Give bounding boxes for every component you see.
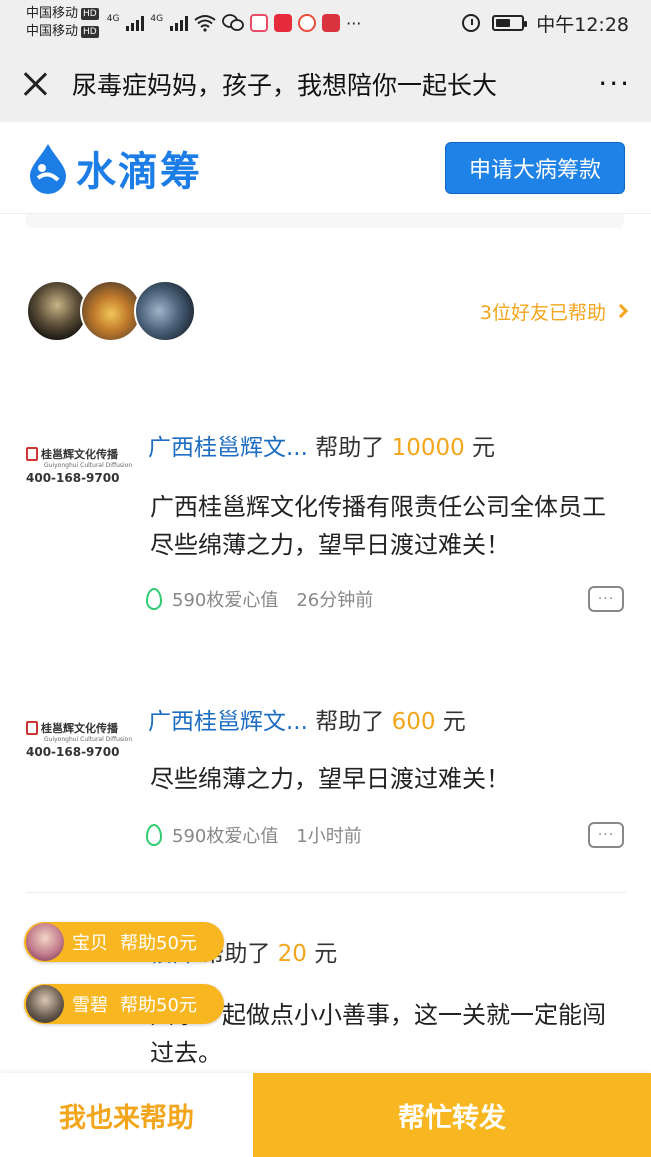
signal-icon	[170, 15, 189, 31]
company-logo: 桂邕辉文化传播 Guiyonghui Cultural Diffusion 40…	[26, 446, 133, 498]
logo-title: 桂邕辉文化传播	[41, 722, 118, 735]
play-app-icon	[274, 14, 293, 32]
donation-time: 1小时前	[296, 826, 362, 847]
bottom-action-bar: 我也来帮助 帮忙转发	[0, 1073, 651, 1157]
donation-unit: 元	[314, 941, 338, 967]
wechat-icon	[222, 14, 245, 31]
brand-header: 水滴筹 申请大病筹款	[0, 122, 651, 214]
brand-name: 水滴筹	[76, 148, 202, 195]
video-app-icon	[250, 14, 269, 32]
logo-subtitle: Guiyonghui Cultural Diffusion	[44, 462, 133, 469]
friend-avatar	[80, 280, 142, 342]
status-time: 中午12:28	[536, 13, 629, 36]
status-right: 中午12:28	[462, 10, 629, 37]
huawei-icon	[322, 14, 341, 32]
love-value: 590枚爱心值	[172, 590, 279, 611]
friends-helped-text: 3位好友已帮助	[479, 301, 606, 324]
friend-avatar	[26, 280, 88, 342]
logo-mark-icon	[26, 721, 38, 735]
water-drop-logo-icon	[30, 143, 66, 194]
donation-amount: 600	[391, 709, 436, 735]
donor-name[interactable]: 广西桂邕辉文...	[148, 435, 308, 461]
donation-header: 广西桂邕辉文... 帮助了 10000 元	[148, 428, 495, 462]
hd-badge: HD	[81, 25, 99, 38]
company-logo: 桂邕辉文化传播 Guiyonghui Cultural Diffusion 40…	[26, 720, 133, 772]
page: 中国移动 HD 中国移动 HD 4G 4G ··· 中午12:28 尿毒症妈妈，孩子…	[0, 0, 651, 1157]
comment-icon[interactable]: ···	[588, 586, 624, 612]
toast-avatar	[26, 985, 64, 1023]
title-bar: 尿毒症妈妈，孩子，我想陪你一起长大 ···	[0, 46, 651, 122]
donation-amount: 10000	[391, 435, 465, 461]
alarm-icon	[462, 14, 481, 32]
network-label: 4G	[150, 13, 164, 24]
comment-icon[interactable]: ···	[588, 822, 624, 848]
page-title: 尿毒症妈妈，孩子，我想陪你一起长大	[72, 71, 498, 100]
donation-item: 桂邕辉文化传播 Guiyonghui Cultural Diffusion 40…	[26, 420, 626, 630]
love-drop-icon	[146, 824, 162, 846]
logo-phone: 400-168-9700	[26, 471, 120, 485]
status-bar: 中国移动 HD 中国移动 HD 4G 4G ··· 中午12:28	[0, 0, 651, 46]
carrier-1: 中国移动	[26, 6, 79, 21]
donation-item: 桂邕辉文化传播 Guiyonghui Cultural Diffusion 40…	[26, 696, 626, 866]
logo-phone: 400-168-9700	[26, 745, 120, 759]
toast-name: 宝贝	[72, 933, 108, 954]
toast-text: 帮助50元	[120, 995, 197, 1016]
donation-message: 广西桂邕辉文化传播有限责任公司全体员工尽些绵薄之力，望早日渡过难关！	[150, 493, 606, 559]
donation-amount: 20	[277, 941, 307, 967]
friend-avatar	[134, 280, 196, 342]
list-divider	[26, 892, 626, 893]
logo-mark-icon	[26, 447, 38, 461]
toast-name: 雪碧	[72, 995, 108, 1016]
more-notifications-icon: ···	[346, 13, 362, 33]
toast-text: 帮助50元	[120, 933, 197, 954]
wifi-icon	[194, 15, 216, 32]
donor-name[interactable]: 广西桂邕辉文...	[148, 709, 308, 735]
donation-verb: 帮助了	[315, 709, 385, 735]
donation-verb: 帮助了	[315, 435, 385, 461]
status-icons: 4G 4G ···	[107, 14, 362, 33]
donation-meta: 590枚爱心值 1小时前 ···	[146, 822, 624, 848]
donation-unit: 元	[442, 709, 466, 735]
carrier-info: 中国移动 HD 中国移动 HD	[26, 5, 99, 41]
donation-message: 尽些绵薄之力，望早日渡过难关！	[150, 765, 510, 793]
network-label: 4G	[106, 13, 120, 24]
help-toast: 雪碧 帮助50元	[24, 984, 224, 1024]
more-menu-icon[interactable]: ···	[598, 70, 631, 98]
donation-unit: 元	[472, 435, 496, 461]
donation-time: 26分钟前	[296, 590, 374, 611]
battery-icon	[492, 15, 528, 31]
signal-icon	[126, 15, 145, 31]
friends-helped-link[interactable]: 3位好友已帮助	[479, 298, 629, 325]
share-button[interactable]: 帮忙转发	[253, 1073, 651, 1157]
header-divider	[26, 214, 624, 228]
love-value: 590枚爱心值	[172, 826, 279, 847]
logo-title: 桂邕辉文化传播	[41, 448, 118, 461]
news-app-icon	[298, 14, 317, 32]
hd-badge: HD	[81, 7, 99, 20]
love-drop-icon	[146, 588, 162, 610]
toast-avatar	[26, 923, 64, 961]
chevron-right-icon	[613, 303, 629, 319]
close-icon[interactable]	[20, 69, 50, 99]
help-button[interactable]: 我也来帮助	[0, 1073, 253, 1157]
friends-helped-row[interactable]: 3位好友已帮助	[26, 280, 629, 342]
donation-meta: 590枚爱心值 26分钟前 ···	[146, 586, 624, 612]
logo-subtitle: Guiyonghui Cultural Diffusion	[44, 736, 133, 743]
help-toast: 宝贝 帮助50元	[24, 922, 224, 962]
donation-header: 广西桂邕辉文... 帮助了 600 元	[148, 702, 466, 736]
carrier-2: 中国移动	[26, 24, 79, 39]
apply-fundraising-button[interactable]: 申请大病筹款	[445, 141, 625, 194]
